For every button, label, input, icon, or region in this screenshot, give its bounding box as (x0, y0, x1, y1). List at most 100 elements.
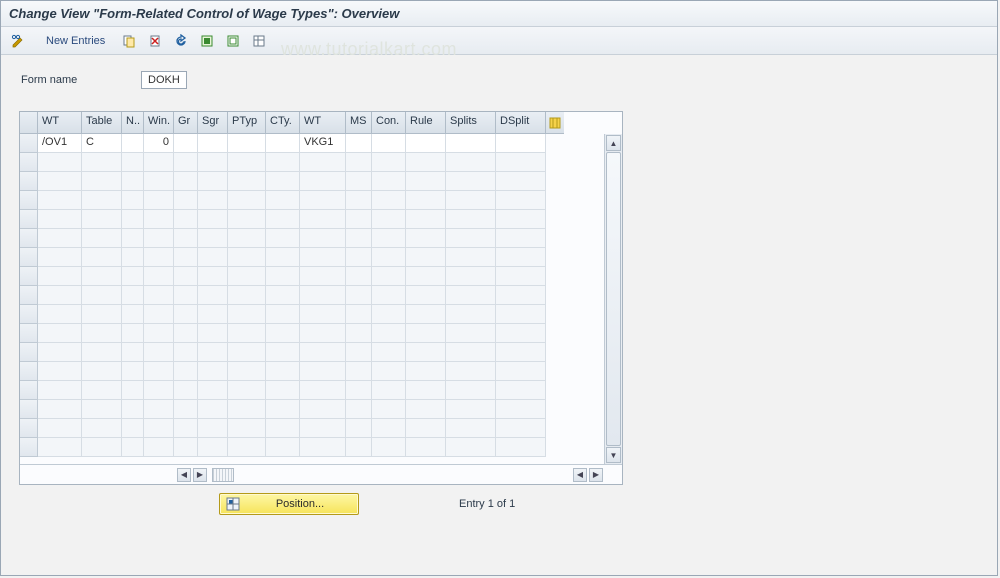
cell-ptyp[interactable] (228, 191, 266, 210)
cell-ms[interactable] (346, 153, 372, 172)
cell-dsplit[interactable] (496, 172, 546, 191)
cell-con[interactable] (372, 210, 406, 229)
cell-wt1[interactable]: /OV1 (38, 134, 82, 153)
cell-ptyp[interactable] (228, 362, 266, 381)
cell-dsplit[interactable] (496, 134, 546, 153)
cell-wt1[interactable] (38, 438, 82, 457)
cell-win[interactable] (144, 248, 174, 267)
cell-wt2[interactable] (300, 248, 346, 267)
cell-cty[interactable] (266, 134, 300, 153)
cell-win[interactable] (144, 381, 174, 400)
vertical-scrollbar[interactable]: ▲ ▼ (604, 134, 622, 464)
cell-ms[interactable] (346, 324, 372, 343)
cell-con[interactable] (372, 305, 406, 324)
cell-rule[interactable] (406, 229, 446, 248)
col-header-ms[interactable]: MS (346, 112, 372, 134)
scroll-up-button[interactable]: ▲ (606, 135, 621, 151)
cell-sgr[interactable] (198, 419, 228, 438)
cell-n[interactable] (122, 343, 144, 362)
scroll-down-button[interactable]: ▼ (606, 447, 621, 463)
cell-wt2[interactable] (300, 153, 346, 172)
cell-wt1[interactable] (38, 419, 82, 438)
cell-ptyp[interactable] (228, 419, 266, 438)
cell-con[interactable] (372, 172, 406, 191)
row-selector[interactable] (20, 229, 38, 248)
row-selector[interactable] (20, 248, 38, 267)
cell-table[interactable] (82, 286, 122, 305)
col-header-con[interactable]: Con. (372, 112, 406, 134)
cell-splits[interactable] (446, 362, 496, 381)
cell-sgr[interactable] (198, 286, 228, 305)
table-settings-button[interactable] (248, 31, 270, 51)
cell-ptyp[interactable] (228, 343, 266, 362)
cell-wt2[interactable] (300, 286, 346, 305)
cell-ms[interactable] (346, 267, 372, 286)
cell-cty[interactable] (266, 172, 300, 191)
cell-cty[interactable] (266, 267, 300, 286)
scroll-left-end-button[interactable]: ◀ (573, 468, 587, 482)
cell-con[interactable] (372, 343, 406, 362)
cell-ptyp[interactable] (228, 305, 266, 324)
cell-dsplit[interactable] (496, 286, 546, 305)
cell-wt1[interactable] (38, 324, 82, 343)
cell-gr[interactable] (174, 324, 198, 343)
cell-gr[interactable] (174, 362, 198, 381)
cell-rule[interactable] (406, 324, 446, 343)
col-header-splits[interactable]: Splits (446, 112, 496, 134)
cell-n[interactable] (122, 153, 144, 172)
cell-wt1[interactable] (38, 153, 82, 172)
cell-table[interactable] (82, 210, 122, 229)
cell-rule[interactable] (406, 343, 446, 362)
col-header-dsplit[interactable]: DSplit (496, 112, 546, 134)
cell-ptyp[interactable] (228, 172, 266, 191)
cell-gr[interactable] (174, 267, 198, 286)
cell-sgr[interactable] (198, 134, 228, 153)
cell-cty[interactable] (266, 400, 300, 419)
cell-splits[interactable] (446, 305, 496, 324)
cell-wt1[interactable] (38, 248, 82, 267)
col-header-wt[interactable]: WT (38, 112, 82, 134)
cell-wt2[interactable] (300, 400, 346, 419)
new-entries-button[interactable]: New Entries (37, 31, 114, 51)
cell-table[interactable] (82, 438, 122, 457)
cell-splits[interactable] (446, 381, 496, 400)
cell-splits[interactable] (446, 438, 496, 457)
cell-cty[interactable] (266, 381, 300, 400)
cell-win[interactable] (144, 172, 174, 191)
cell-splits[interactable] (446, 248, 496, 267)
cell-dsplit[interactable] (496, 191, 546, 210)
cell-n[interactable] (122, 172, 144, 191)
cell-wt1[interactable] (38, 362, 82, 381)
cell-win[interactable]: 0 (144, 134, 174, 153)
cell-win[interactable] (144, 153, 174, 172)
cell-sgr[interactable] (198, 153, 228, 172)
cell-cty[interactable] (266, 248, 300, 267)
cell-gr[interactable] (174, 438, 198, 457)
cell-rule[interactable] (406, 362, 446, 381)
col-header-gr[interactable]: Gr (174, 112, 198, 134)
cell-rule[interactable] (406, 134, 446, 153)
cell-gr[interactable] (174, 343, 198, 362)
cell-splits[interactable] (446, 191, 496, 210)
cell-con[interactable] (372, 324, 406, 343)
scroll-right-end-button[interactable]: ▶ (589, 468, 603, 482)
cell-ms[interactable] (346, 419, 372, 438)
cell-wt2[interactable] (300, 191, 346, 210)
cell-gr[interactable] (174, 134, 198, 153)
cell-cty[interactable] (266, 153, 300, 172)
cell-rule[interactable] (406, 381, 446, 400)
vertical-scroll-track[interactable] (605, 152, 622, 446)
cell-dsplit[interactable] (496, 153, 546, 172)
select-all-button[interactable] (196, 31, 218, 51)
row-selector[interactable] (20, 324, 38, 343)
cell-sgr[interactable] (198, 172, 228, 191)
cell-win[interactable] (144, 343, 174, 362)
cell-dsplit[interactable] (496, 229, 546, 248)
cell-ptyp[interactable] (228, 381, 266, 400)
cell-n[interactable] (122, 419, 144, 438)
cell-gr[interactable] (174, 210, 198, 229)
cell-n[interactable] (122, 267, 144, 286)
cell-ptyp[interactable] (228, 438, 266, 457)
cell-table[interactable] (82, 381, 122, 400)
cell-table[interactable]: C (82, 134, 122, 153)
